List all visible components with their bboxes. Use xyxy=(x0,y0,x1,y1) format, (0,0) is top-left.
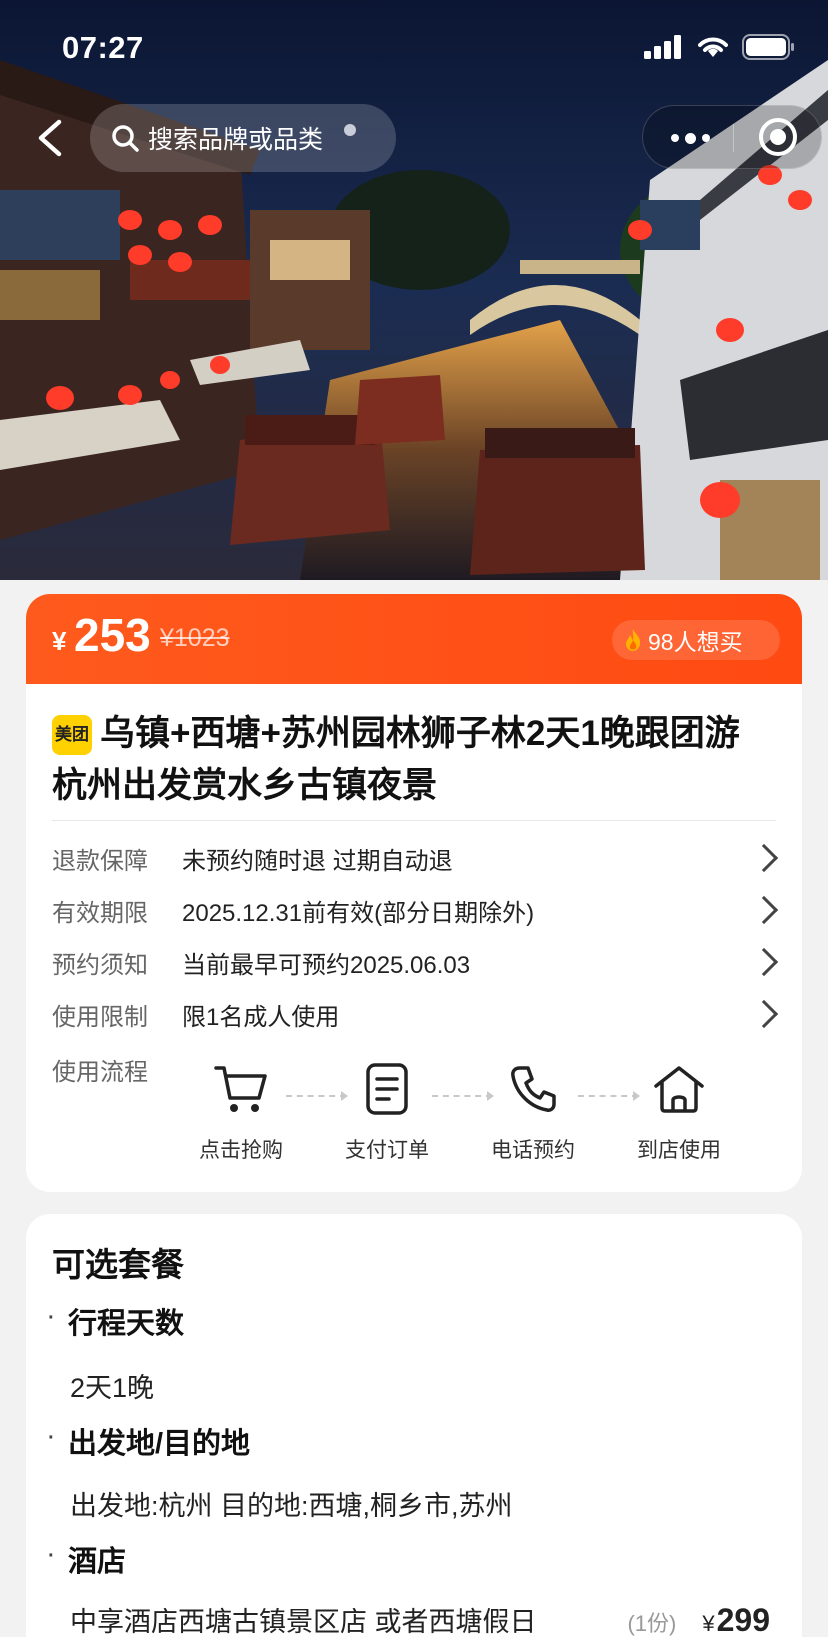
hotel-qty: (1份) xyxy=(627,1611,677,1636)
want-count-text: 98人想买 xyxy=(648,629,743,655)
flow-step-buy: 点击抢购 xyxy=(186,1054,296,1164)
hotel-option[interactable]: 中享酒店西塘古镇景区店 或者西塘假日 (1份) ¥ 299 xyxy=(70,1600,770,1637)
deal-card: ¥ 253 ¥1023 98人想买 美团 乌镇+西塘+苏州园林狮子林2天1晚跟团游… xyxy=(26,594,802,1192)
flame-icon xyxy=(626,629,641,651)
deal-details: 美团 乌镇+西塘+苏州园林狮子林2天1晚跟团游 杭州出发赏水乡古镇夜景 退款保障 … xyxy=(26,686,802,1192)
capsule-divider xyxy=(733,124,734,152)
packages-title: 可选套餐 xyxy=(52,1246,184,1283)
info-row-validity[interactable]: 有效期限 2025.12.31前有效(部分日期除外) xyxy=(52,890,782,930)
search-input[interactable]: 搜索品牌或品类 xyxy=(90,104,396,172)
chevron-right-icon xyxy=(749,999,779,1029)
package-option[interactable]: 出发地:杭州 目的地:西塘,桐乡市,苏州 xyxy=(70,1484,513,1523)
hotel-price: 299 xyxy=(716,1602,770,1637)
flow-step-call: 电话预约 xyxy=(478,1054,588,1164)
chevron-right-icon xyxy=(749,947,779,977)
meituan-badge: 美团 xyxy=(52,715,92,755)
deal-title: 美团 乌镇+西塘+苏州园林狮子林2天1晚跟团游 杭州出发赏水乡古镇夜景 xyxy=(52,708,772,812)
status-icons xyxy=(644,34,796,60)
back-button[interactable] xyxy=(24,112,76,164)
info-label: 退款保障 xyxy=(52,847,148,875)
search-icon xyxy=(112,125,139,152)
info-row-usage-limit[interactable]: 使用限制 限1名成人使用 xyxy=(52,994,782,1034)
search-placeholder: 搜索品牌或品类 xyxy=(148,126,324,154)
package-section-heading: 酒店 xyxy=(46,1538,126,1580)
flow-step-visit: 到店使用 xyxy=(624,1054,734,1164)
signal-icon xyxy=(644,35,681,59)
battery-icon xyxy=(742,34,794,60)
flow-step-label: 点击抢购 xyxy=(199,1139,283,1162)
price-currency: ¥ xyxy=(52,626,67,656)
deal-title-text: 乌镇+西塘+苏州园林狮子林2天1晚跟团游 杭州出发赏水乡古镇夜景 xyxy=(52,714,740,805)
package-section-heading: 出发地/目的地 xyxy=(46,1420,250,1462)
info-row-booking-notice[interactable]: 预约须知 当前最早可预约2025.06.03 xyxy=(52,942,782,982)
usage-flow-label: 使用流程 xyxy=(52,1059,148,1086)
hotel-currency: ¥ xyxy=(702,1611,715,1636)
info-value: 2025.12.31前有效(部分日期除外) xyxy=(182,899,535,927)
flow-step-label: 到店使用 xyxy=(637,1139,721,1162)
info-value: 当前最早可预约2025.06.03 xyxy=(182,951,471,979)
cart-icon xyxy=(214,1066,267,1112)
status-time: 07:27 xyxy=(62,30,144,65)
document-icon xyxy=(366,1063,408,1115)
chevron-right-icon xyxy=(749,895,779,925)
flow-step-pay: 支付订单 xyxy=(332,1054,442,1164)
price-band: ¥ 253 ¥1023 98人想买 xyxy=(26,594,802,684)
info-row-refund[interactable]: 退款保障 未预约随时退 过期自动退 xyxy=(52,838,782,878)
package-option[interactable]: 2天1晚 xyxy=(70,1366,154,1405)
back-arrow-icon xyxy=(38,119,62,157)
divider xyxy=(52,820,776,821)
info-label: 使用限制 xyxy=(52,1003,148,1031)
want-count-badge: 98人想买 xyxy=(612,620,780,660)
home-icon xyxy=(654,1066,704,1113)
info-label: 有效期限 xyxy=(52,899,148,927)
status-bar: 07:27 xyxy=(0,0,828,92)
price-value: 253 xyxy=(74,609,151,661)
phone-icon xyxy=(511,1066,556,1112)
info-value: 限1名成人使用 xyxy=(182,1003,340,1031)
original-price: ¥1023 xyxy=(160,624,230,652)
package-section-heading: 行程天数 xyxy=(46,1300,184,1342)
miniprogram-capsule xyxy=(642,105,822,169)
more-menu-icon[interactable] xyxy=(665,124,715,152)
info-value: 未预约随时退 过期自动退 xyxy=(182,847,453,875)
hotel-name: 中享酒店西塘古镇景区店 或者西塘假日 xyxy=(70,1607,537,1637)
wifi-icon xyxy=(698,37,728,57)
close-miniprogram-icon[interactable] xyxy=(759,118,797,156)
flow-step-label: 电话预约 xyxy=(491,1139,575,1162)
chevron-right-icon xyxy=(749,843,779,873)
packages-card: 可选套餐 行程天数 2天1晚 出发地/目的地 出发地:杭州 目的地:西塘,桐乡市… xyxy=(26,1214,802,1637)
info-label: 预约须知 xyxy=(52,951,148,979)
flow-step-label: 支付订单 xyxy=(345,1139,429,1162)
